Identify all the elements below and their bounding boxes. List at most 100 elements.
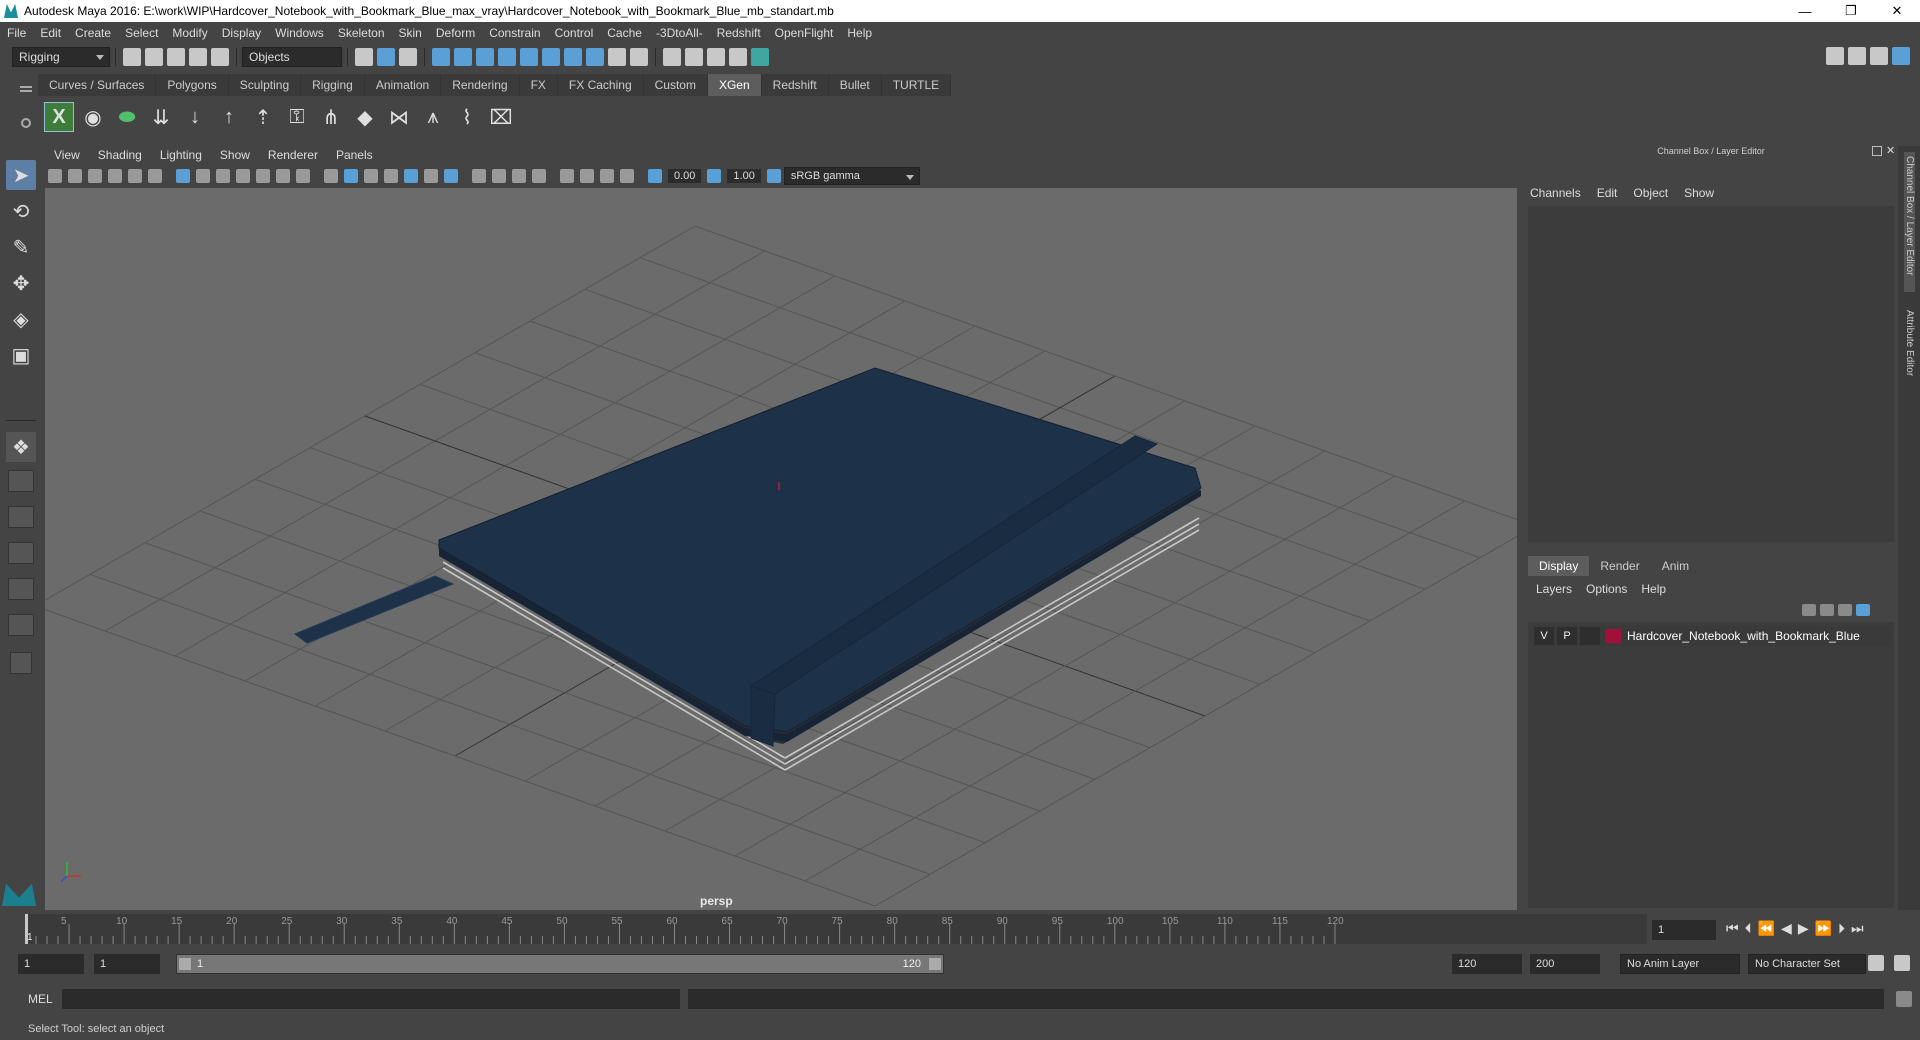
menu-constrain[interactable]: Constrain	[482, 26, 547, 40]
default-material-icon[interactable]	[384, 169, 398, 183]
shelf-options[interactable]	[14, 76, 36, 140]
colorspace-dropdown[interactable]: sRGB gamma	[783, 167, 920, 185]
step-forward-frame-icon[interactable]: ⏵	[1838, 920, 1845, 937]
xgen-x-icon[interactable]: X	[44, 102, 74, 132]
leaf-icon[interactable]: ⬬	[112, 102, 142, 132]
menu-3dtoall[interactable]: -3DtoAll-	[649, 26, 710, 40]
snap-point-icon[interactable]	[476, 47, 494, 66]
new-layer-selected-icon[interactable]	[1856, 604, 1870, 616]
camera-attributes-icon[interactable]	[68, 169, 82, 183]
shelf-tab-fx[interactable]: FX	[519, 74, 558, 96]
shelf-tab-polygons[interactable]: Polygons	[156, 74, 229, 96]
move-tool-icon[interactable]: ✥	[6, 268, 36, 298]
channel-box-menu-object[interactable]: Object	[1633, 186, 1668, 200]
close-panel-icon[interactable]: ✕	[1886, 144, 1895, 157]
down-arrow-icon[interactable]: ↓	[180, 102, 210, 132]
auto-key-icon[interactable]	[1868, 955, 1884, 971]
playback-start-field[interactable]: 1	[94, 954, 160, 974]
shelf-tab-rigging[interactable]: Rigging	[301, 74, 365, 96]
shelf-tab-rendering[interactable]: Rendering	[441, 74, 520, 96]
select-object-icon[interactable]	[377, 47, 395, 66]
shadows-icon[interactable]	[444, 169, 458, 183]
lock-icon[interactable]: ⚿	[282, 102, 312, 132]
bookmark-icon[interactable]	[88, 169, 102, 183]
layer-tab-display[interactable]: Display	[1528, 556, 1590, 576]
shelf-tab-bullet[interactable]: Bullet	[828, 74, 882, 96]
new-layer-icon[interactable]	[1838, 604, 1852, 616]
xray-active-icon[interactable]	[600, 169, 614, 183]
viewport-menu-lighting[interactable]: Lighting	[151, 148, 211, 162]
minimize-button[interactable]: —	[1782, 0, 1828, 22]
menu-icon[interactable]	[20, 86, 32, 88]
grass-icon[interactable]: ⋔	[316, 102, 346, 132]
current-time-indicator[interactable]	[25, 914, 28, 944]
redo-icon[interactable]	[211, 47, 229, 66]
wireframe-icon[interactable]	[324, 169, 338, 183]
wireframe-on-shaded-icon[interactable]	[364, 169, 378, 183]
shelf-tab-xgen[interactable]: XGen	[707, 74, 762, 96]
menu-help[interactable]: Help	[840, 26, 879, 40]
command-input[interactable]	[62, 989, 680, 1009]
grid-toggle-icon[interactable]	[176, 169, 190, 183]
layer-menu-options[interactable]: Options	[1586, 582, 1627, 596]
script-editor-icon[interactable]	[1896, 991, 1912, 1007]
comb-icon[interactable]: ⋈	[384, 102, 414, 132]
show-manipulator-icon[interactable]: ❖	[6, 432, 36, 462]
camera-icon[interactable]	[48, 169, 62, 183]
channel-box-menu-show[interactable]: Show	[1684, 186, 1714, 200]
shelf-tab-animation[interactable]: Animation	[364, 74, 442, 96]
more-layouts-icon[interactable]	[10, 652, 32, 674]
layer-visibility-toggle[interactable]: V	[1534, 627, 1554, 645]
layer-menu-help[interactable]: Help	[1641, 582, 1666, 596]
safe-action-icon[interactable]	[276, 169, 290, 183]
resolution-gate-icon[interactable]	[216, 169, 230, 183]
menu-deform[interactable]: Deform	[429, 26, 482, 40]
shelf-tab-redshift[interactable]: Redshift	[761, 74, 829, 96]
exposure-field[interactable]: 0.00	[668, 169, 702, 183]
shelf-tab-curves-surfaces[interactable]: Curves / Surfaces	[38, 74, 157, 96]
history-icon[interactable]	[564, 47, 582, 66]
gate-mask-icon[interactable]	[236, 169, 250, 183]
play-backward-icon[interactable]: ◀	[1781, 920, 1792, 937]
depth-of-field-icon[interactable]	[532, 169, 546, 183]
animation-preferences-icon[interactable]	[1894, 955, 1910, 971]
move-layer-down-icon[interactable]	[1820, 604, 1834, 616]
scale-tool-icon[interactable]: ▣	[6, 340, 36, 370]
gamma-icon[interactable]	[707, 169, 722, 183]
perspective-viewport[interactable]	[45, 146, 1517, 910]
float-panel-icon[interactable]	[1872, 146, 1882, 156]
anim-layer-dropdown[interactable]: No Anim Layer	[1620, 954, 1740, 974]
close-button[interactable]: ✕	[1874, 0, 1920, 22]
viewport-menu-shading[interactable]: Shading	[89, 148, 151, 162]
render-settings-icon[interactable]	[729, 47, 747, 66]
smooth-shade-icon[interactable]	[344, 169, 358, 183]
menu-control[interactable]: Control	[548, 26, 601, 40]
channel-box-side-tab[interactable]: Channel Box / Layer Editor	[1904, 152, 1915, 292]
open-scene-icon[interactable]	[145, 47, 163, 66]
current-frame-field[interactable]: 1	[1652, 920, 1716, 940]
layer-tab-render[interactable]: Render	[1589, 556, 1650, 576]
restore-button[interactable]: ❐	[1828, 0, 1874, 22]
isolate-select-icon[interactable]	[560, 169, 574, 183]
shelf-tab-custom[interactable]: Custom	[643, 74, 708, 96]
range-start-handle[interactable]	[179, 958, 191, 970]
rotate-tool-icon[interactable]: ◈	[6, 304, 36, 334]
select-mode-dropdown[interactable]: Objects	[242, 46, 342, 67]
go-to-start-icon[interactable]: ⏮	[1726, 920, 1739, 937]
up-arrow-icon[interactable]: ↑	[214, 102, 244, 132]
color-management-icon[interactable]	[766, 169, 781, 183]
undo-icon[interactable]	[189, 47, 207, 66]
sweep-icon[interactable]: ⌇	[452, 102, 482, 132]
channel-box-area[interactable]	[1528, 206, 1894, 542]
range-end-handle[interactable]	[929, 958, 941, 970]
step-forward-key-icon[interactable]: ⏩	[1815, 920, 1832, 937]
menu-cache[interactable]: Cache	[600, 26, 649, 40]
eye-icon[interactable]: ◉	[78, 102, 108, 132]
exposure-icon[interactable]	[648, 169, 662, 183]
modeling-toolkit-icon[interactable]	[1826, 47, 1844, 65]
magnet-icon[interactable]	[630, 47, 648, 66]
field-chart-icon[interactable]	[256, 169, 270, 183]
lasso-tool-icon[interactable]: ⟲	[6, 196, 36, 226]
layer-playback-toggle[interactable]: P	[1557, 627, 1577, 645]
viewport-menu-show[interactable]: Show	[211, 148, 259, 162]
